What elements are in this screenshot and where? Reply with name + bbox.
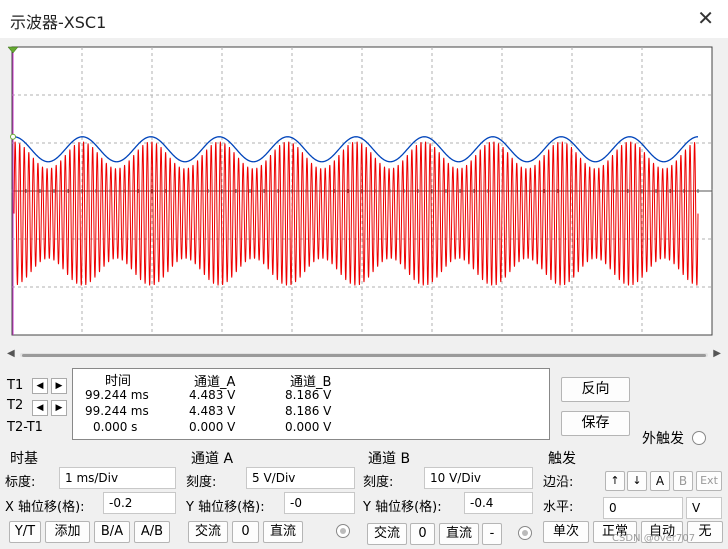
channel-a-scale-label: 刻度: (186, 475, 217, 490)
scope-plot (7, 46, 713, 336)
trigger-level-unit[interactable]: V (686, 497, 722, 519)
scroll-thumb[interactable] (22, 354, 706, 357)
timebase-scale-field[interactable]: 1 ms/Div (59, 467, 176, 489)
t2-t1-label: T2-T1 (7, 420, 43, 435)
delta-channel-a: 0.000 V (189, 420, 236, 434)
t1-channel-a: 4.483 V (189, 388, 236, 402)
t2-right-arrow-icon[interactable]: ▶ (51, 400, 67, 416)
delta-channel-b: 0.000 V (285, 420, 332, 434)
trigger-ext-button[interactable]: Ext (696, 471, 722, 491)
channel-a-zero-button[interactable]: 0 (232, 521, 259, 543)
trigger-point-marker (10, 133, 16, 140)
trigger-level-label: 水平: (543, 500, 574, 515)
scroll-right-icon[interactable]: ▶ (713, 348, 721, 359)
watermark: CSDN @over707 (612, 533, 696, 544)
channel-a-color-radio[interactable] (336, 524, 350, 538)
t1-left-arrow-icon[interactable]: ◀ (32, 378, 48, 394)
horizontal-scrollbar[interactable]: ◀ ▶ (4, 346, 724, 364)
t2-left-arrow-icon[interactable]: ◀ (32, 400, 48, 416)
trigger-edge-label: 边沿: (543, 475, 574, 490)
channel-a-ypos-label: Y 轴位移(格): (186, 500, 265, 515)
channel-b-ac-button[interactable]: 交流 (367, 523, 407, 545)
rising-edge-button[interactable]: ↑ (605, 471, 625, 491)
ext-trigger-radio[interactable] (692, 431, 706, 445)
title-bar: 示波器-XSC1 ✕ (0, 0, 728, 38)
ba-mode-button[interactable]: B/A (94, 521, 130, 543)
channel-b-title: 通道 B (368, 451, 411, 467)
channel-b-dc-button[interactable]: 直流 (439, 523, 479, 545)
channel-b-zero-button[interactable]: 0 (410, 523, 435, 545)
scroll-left-icon[interactable]: ◀ (7, 348, 15, 359)
trigger-level-field[interactable]: 0 (603, 497, 683, 519)
delta-time: 0.000 s (93, 420, 138, 434)
channel-a-title: 通道 A (191, 451, 234, 467)
trigger-title: 触发 (548, 451, 576, 467)
reverse-button[interactable]: 反向 (561, 377, 630, 402)
t1-channel-b: 8.186 V (285, 388, 332, 402)
header-time: 时间 (105, 374, 132, 389)
channel-a-ypos-field[interactable]: -0 (284, 492, 355, 514)
channel-b-ypos-field[interactable]: -0.4 (464, 492, 533, 514)
single-mode-button[interactable]: 单次 (543, 521, 589, 543)
trigger-b-button[interactable]: B (673, 471, 693, 491)
save-button[interactable]: 保存 (561, 411, 630, 436)
channel-a-ac-button[interactable]: 交流 (188, 521, 228, 543)
channel-b-scale-label: 刻度: (363, 475, 394, 490)
ext-trigger-label: 外触发 (642, 431, 684, 447)
window-title: 示波器-XSC1 (10, 13, 107, 32)
t2-time: 99.244 ms (85, 404, 149, 418)
channel-b-ypos-label: Y 轴位移(格): (363, 500, 442, 515)
timebase-title: 时基 (10, 451, 38, 467)
t2-label: T2 (7, 398, 24, 413)
ab-mode-button[interactable]: A/B (134, 521, 170, 543)
t1-right-arrow-icon[interactable]: ▶ (51, 378, 67, 394)
falling-edge-button[interactable]: ↓ (627, 471, 647, 491)
x-position-field[interactable]: -0.2 (103, 492, 176, 514)
add-mode-button[interactable]: 添加 (45, 521, 90, 543)
measurement-readout: 时间 通道_A 通道_B 99.244 ms 4.483 V 8.186 V 9… (72, 368, 550, 440)
channel-a-scale-field[interactable]: 5 V/Div (246, 467, 355, 489)
channel-a-dc-button[interactable]: 直流 (263, 521, 303, 543)
t2-channel-b: 8.186 V (285, 404, 332, 418)
timebase-scale-label: 标度: (5, 475, 36, 490)
channel-b-minus-button[interactable]: - (482, 523, 502, 545)
trigger-a-button[interactable]: A (650, 471, 670, 491)
t2-channel-a: 4.483 V (189, 404, 236, 418)
yt-mode-button[interactable]: Y/T (9, 521, 41, 543)
close-icon[interactable]: ✕ (697, 6, 714, 30)
channel-b-scale-field[interactable]: 10 V/Div (424, 467, 533, 489)
x-position-label: X 轴位移(格): (5, 500, 85, 515)
scope-display (4, 40, 724, 340)
t1-time: 99.244 ms (85, 388, 149, 402)
t1-label: T1 (7, 378, 24, 393)
channel-b-color-radio[interactable] (518, 526, 532, 540)
